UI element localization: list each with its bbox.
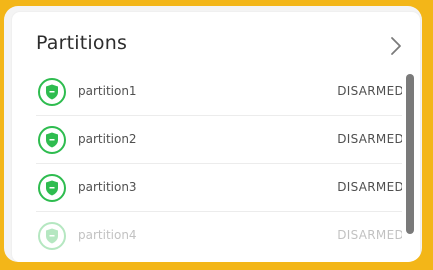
partitions-panel: Partitions partition1 DISARMED partition… <box>12 12 420 262</box>
partition-status: DISARMED <box>337 84 402 98</box>
shield-icon <box>38 174 66 202</box>
card-title: Partitions <box>36 32 128 54</box>
shield-icon <box>38 78 66 106</box>
scrollbar-thumb[interactable] <box>406 74 414 234</box>
partition-name: partition3 <box>78 180 137 194</box>
partition-name: partition4 <box>78 228 137 242</box>
partition-name: partition2 <box>78 132 137 146</box>
widget-frame: Partitions partition1 DISARMED partition… <box>0 0 433 270</box>
partition-status: DISARMED <box>337 180 402 194</box>
shield-icon <box>38 222 66 250</box>
partition-row[interactable]: partition4 DISARMED <box>36 212 402 258</box>
partition-name: partition1 <box>78 84 137 98</box>
partitions-header[interactable]: Partitions <box>12 12 420 68</box>
partition-row[interactable]: partition2 DISARMED <box>36 116 402 164</box>
shield-icon <box>38 126 66 154</box>
partition-row[interactable]: partition1 DISARMED <box>36 68 402 116</box>
partition-status: DISARMED <box>337 228 402 242</box>
partition-status: DISARMED <box>337 132 402 146</box>
chevron-right-icon[interactable] <box>388 36 404 56</box>
partition-row[interactable]: partition3 DISARMED <box>36 164 402 212</box>
partition-list[interactable]: partition1 DISARMED partition2 DISARMED <box>12 68 402 258</box>
partitions-card: Partitions partition1 DISARMED partition… <box>4 6 422 262</box>
